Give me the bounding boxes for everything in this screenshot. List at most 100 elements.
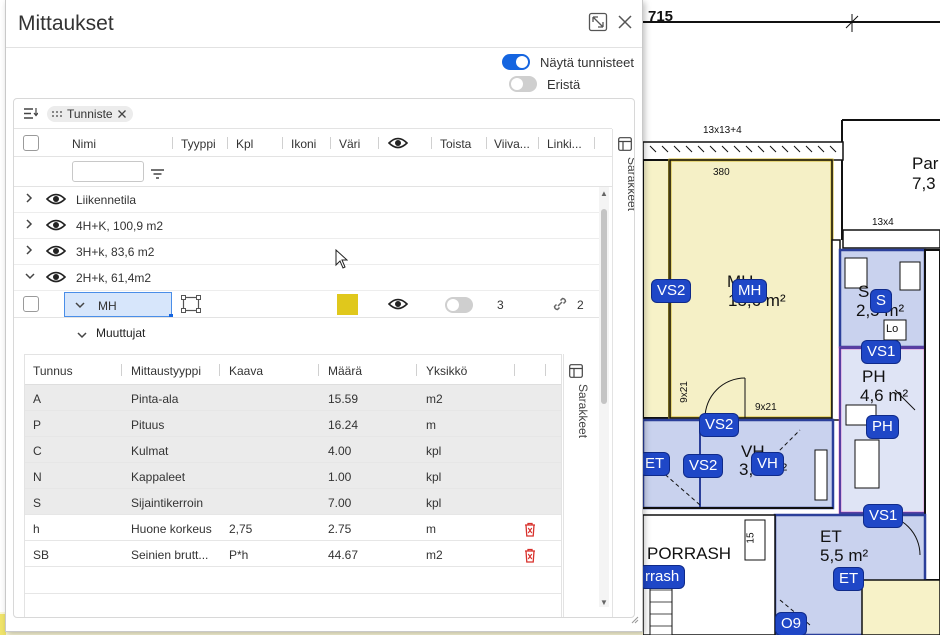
plan-measurement-tag[interactable]: VH [752, 453, 783, 475]
eye-icon[interactable] [45, 270, 67, 284]
variable-formula: 2,75 [229, 522, 253, 536]
columns-icon[interactable] [569, 364, 583, 383]
name-cell-selected[interactable]: MH [64, 292, 173, 318]
chevron-right-icon[interactable] [24, 218, 34, 233]
eye-column-icon[interactable] [387, 136, 409, 153]
chevron-down-icon[interactable] [74, 299, 86, 313]
plan-measurement-tag[interactable]: S [871, 290, 892, 312]
plan-measurement-tag[interactable]: VS2 [700, 414, 739, 436]
variable-row[interactable]: h Huone korkeus 2,75 2.75 m [25, 515, 561, 541]
group-row[interactable]: 4H+K, 100,9 m2 [14, 213, 599, 239]
delete-icon[interactable] [524, 522, 536, 537]
eye-icon[interactable] [45, 218, 67, 232]
group-icon[interactable] [23, 107, 39, 125]
columns-side-tab[interactable]: Sarakkeet [568, 384, 590, 438]
group-chip-tunniste[interactable]: Tunniste [47, 106, 133, 122]
column-header-mittaustyyppi[interactable]: Mittaustyyppi [131, 364, 201, 378]
variable-row[interactable]: C Kulmat 4.00 kpl [25, 437, 561, 463]
variable-id: S [33, 496, 42, 510]
column-header-kpl[interactable]: Kpl [236, 137, 253, 151]
column-header-tunnus[interactable]: Tunnus [33, 364, 73, 378]
isolate-switch[interactable] [509, 76, 537, 92]
chevron-down-icon[interactable] [24, 270, 36, 284]
plan-measurement-tag[interactable]: VS2 [684, 455, 723, 477]
plan-measurement-tag[interactable]: PH [867, 416, 898, 438]
column-header-linki[interactable]: Linki... [547, 137, 582, 151]
group-row[interactable]: Liikennetila [14, 187, 599, 213]
plan-measurement-tag[interactable]: rrash [640, 566, 685, 588]
plan-measurement-tag[interactable]: MH [733, 280, 767, 302]
variables-grid: Tunnus Mittaustyyppi Kaava Määrä Yksikkö… [24, 354, 562, 617]
remove-chip-icon[interactable] [117, 109, 127, 119]
variable-type: Pituus [131, 418, 165, 432]
column-header-ikoni[interactable]: Ikoni [291, 137, 316, 151]
column-header-nimi[interactable]: Nimi [72, 137, 96, 151]
filter-icon[interactable] [151, 166, 164, 184]
close-icon[interactable] [615, 12, 635, 32]
variable-unit: kpl [426, 470, 442, 484]
variable-amount: 15.59 [328, 392, 359, 406]
variable-row[interactable]: P Pituus 16.24 m [25, 411, 561, 437]
columns-side-tab[interactable]: Sarakkeet [617, 157, 634, 211]
chevron-right-icon[interactable] [24, 192, 34, 207]
repeat-switch[interactable] [445, 297, 473, 313]
column-header-viiva[interactable]: Viiva... [494, 137, 530, 151]
resize-handle-icon[interactable] [630, 611, 639, 629]
variable-amount: 44.67 [328, 548, 359, 562]
column-header-maara[interactable]: Määrä [328, 364, 362, 378]
color-swatch[interactable] [337, 294, 358, 315]
variable-unit: kpl [426, 444, 442, 458]
scrollbar-thumb[interactable] [601, 209, 607, 404]
column-header-vari[interactable]: Väri [339, 137, 360, 151]
group-row[interactable]: 2H+k, 61,4m2 [14, 265, 599, 291]
column-header-tyyppi[interactable]: Tyyppi [181, 137, 216, 151]
columns-side-panel: Sarakkeet [612, 129, 634, 617]
variables-section: Muuttujat Tunnus Mittaustyyppi Kaava Mää… [14, 317, 599, 617]
column-header-kaava[interactable]: Kaava [229, 364, 263, 378]
plan-measurement-tag[interactable]: O9 [776, 613, 807, 635]
plan-measurement-tag[interactable]: VS1 [864, 505, 903, 527]
variable-unit: m [426, 522, 436, 536]
vertical-scrollbar[interactable]: ▲ ▼ [599, 187, 609, 607]
eye-icon[interactable] [45, 244, 67, 258]
plan-dimension-label: 715 [648, 8, 674, 25]
scroll-up-icon[interactable]: ▲ [600, 189, 608, 198]
variable-id: A [33, 392, 42, 406]
grid-divider [25, 593, 561, 594]
group-chip-label: Tunniste [67, 107, 113, 121]
chevron-down-icon[interactable] [76, 327, 88, 345]
columns-icon[interactable] [618, 137, 632, 156]
name-filter-input[interactable] [72, 161, 144, 182]
variable-row[interactable]: SB Seinien brutt... P*h 44.67 m2 [25, 541, 561, 567]
plan-measurement-tag[interactable]: ET [834, 568, 864, 590]
variables-column-header: Tunnus Mittaustyyppi Kaava Määrä Yksikkö [25, 355, 561, 385]
drag-handle-icon[interactable] [51, 110, 63, 118]
isolate-toggle-row[interactable]: Eristä [509, 76, 634, 92]
measurements-panel: Mittaukset Näytä tunnisteet Eristä Tunni… [5, 0, 643, 632]
link-icon[interactable] [551, 295, 569, 316]
row-checkbox[interactable] [23, 296, 39, 312]
select-all-checkbox[interactable] [23, 135, 39, 151]
column-header-yksikko[interactable]: Yksikkö [426, 364, 467, 378]
grouping-bar: Tunniste [14, 99, 612, 129]
column-header-toista[interactable]: Toista [440, 137, 471, 151]
group-row[interactable]: 3H+k, 83,6 m2 [14, 239, 599, 269]
show-tags-toggle-row[interactable]: Näytä tunnisteet [502, 54, 634, 70]
variable-unit: kpl [426, 496, 442, 510]
plan-measurement-tag[interactable]: VS1 [862, 341, 901, 363]
eye-icon[interactable] [45, 192, 67, 206]
chevron-right-icon[interactable] [24, 244, 34, 259]
plan-room-name: S [858, 282, 870, 301]
measurement-row[interactable]: MH 3 2 [14, 291, 599, 318]
delete-icon[interactable] [524, 548, 536, 563]
show-tags-switch[interactable] [502, 54, 531, 70]
plan-measurement-tag[interactable]: VS2 [652, 280, 691, 302]
scroll-down-icon[interactable]: ▼ [600, 598, 608, 607]
expand-icon[interactable] [588, 12, 608, 32]
variable-row[interactable]: A Pinta-ala 15.59 m2 [25, 385, 561, 411]
variable-row[interactable]: S Sijaintikerroin 7.00 kpl [25, 489, 561, 515]
eye-icon[interactable] [387, 297, 409, 314]
variable-row[interactable]: N Kappaleet 1.00 kpl [25, 463, 561, 489]
show-tags-label: Näytä tunnisteet [540, 54, 634, 70]
plan-measurement-tag[interactable]: ET [640, 453, 670, 475]
